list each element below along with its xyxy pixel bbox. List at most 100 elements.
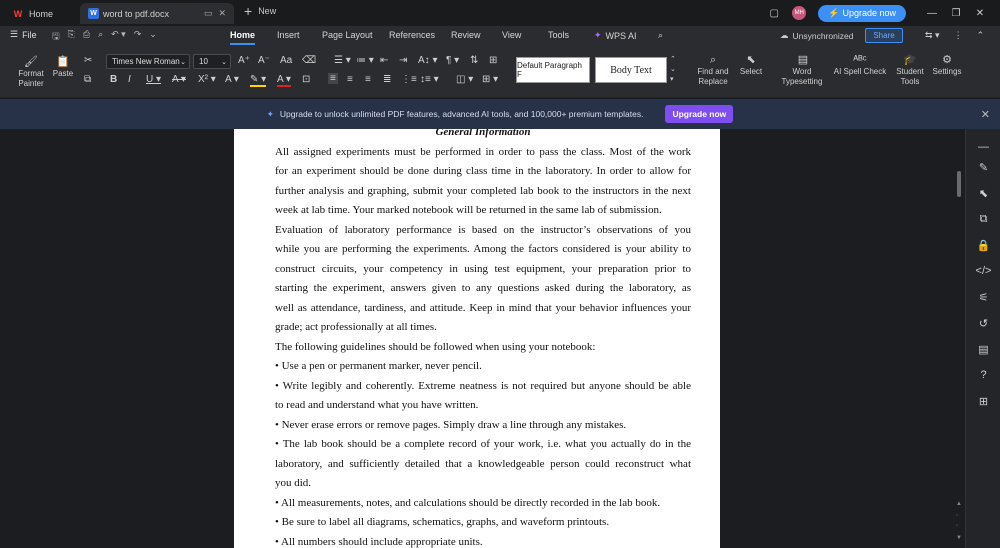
cloud-sync-icon[interactable]: ⇆ ▾ xyxy=(925,30,940,41)
share-button[interactable]: Share xyxy=(865,28,903,43)
line-sort-icon[interactable]: ⇅ xyxy=(470,55,478,66)
numbering-icon[interactable]: ≔ ▾ xyxy=(356,55,374,66)
close-window-icon[interactable]: ✕ xyxy=(974,7,986,19)
text-line: construct circuits, your competency in u… xyxy=(275,262,691,275)
font-name-select[interactable]: Times New Roman ⌄ xyxy=(106,54,190,69)
print-preview-icon[interactable]: ⌕ xyxy=(98,29,103,45)
minimize-icon[interactable]: — xyxy=(926,7,938,19)
bullets-icon[interactable]: ☰ ▾ xyxy=(334,55,351,66)
strikethrough-icon[interactable]: A ▾ xyxy=(172,74,186,85)
sync-status[interactable]: ☁ Unsynchronized xyxy=(780,30,853,41)
select-icon[interactable]: ⬉ xyxy=(966,187,1000,200)
tab-page-layout[interactable]: Page Layout xyxy=(322,30,373,40)
bold-icon[interactable]: B xyxy=(110,74,117,85)
pen-icon[interactable]: ✎ xyxy=(966,161,1000,174)
table-icon[interactable]: ⊞ xyxy=(489,55,497,66)
scroll-thumb[interactable] xyxy=(957,171,961,197)
decrease-font-icon[interactable]: A⁻ xyxy=(258,55,270,66)
student-tools-button[interactable]: 🎓 Student Tools xyxy=(893,55,927,87)
tab-tools[interactable]: Tools xyxy=(548,30,569,40)
vertical-scrollbar[interactable]: ▲ ◦ ◦ ▼ xyxy=(955,129,963,548)
scroll-up-icon[interactable]: ▲ xyxy=(956,501,962,507)
line-spacing-icon[interactable]: ↕≡ ▾ xyxy=(420,74,439,85)
copy-icon[interactable]: ⧉ xyxy=(84,74,91,85)
italic-icon[interactable]: I xyxy=(128,74,131,85)
sliders-icon[interactable]: ⚟ xyxy=(966,291,1000,304)
previous-page-icon[interactable]: ◦ xyxy=(956,513,958,519)
close-banner-icon[interactable]: ✕ xyxy=(981,108,990,121)
distribute-icon[interactable]: ⋮≡ xyxy=(401,74,417,85)
next-page-icon[interactable]: ◦ xyxy=(956,523,958,529)
collapse-ribbon-icon[interactable]: ⌃ xyxy=(977,30,985,41)
tab-review[interactable]: Review xyxy=(451,30,481,40)
font-size-select[interactable]: 10 ⌄ xyxy=(193,54,231,69)
increase-font-icon[interactable]: A⁺ xyxy=(238,55,250,66)
history-icon[interactable]: ↺ xyxy=(966,317,1000,330)
chevron-down-icon[interactable]: ⌄ xyxy=(149,29,157,45)
more-options-icon[interactable]: ⋮ xyxy=(954,30,963,41)
shading-icon[interactable]: ◫ ▾ xyxy=(456,74,473,85)
style-default-paragraph[interactable]: Default Paragraph F xyxy=(516,57,590,83)
copy-icon[interactable]: ⧉ xyxy=(966,213,1000,226)
minimize-panel-icon[interactable]: — xyxy=(966,141,1000,153)
tab-view[interactable]: View xyxy=(502,30,521,40)
align-center-icon[interactable]: ≡ xyxy=(347,74,353,85)
restore-icon[interactable]: ❐ xyxy=(950,7,962,19)
font-color-icon[interactable]: A ▾ xyxy=(277,74,291,87)
window-switch-icon[interactable]: ▢ xyxy=(768,7,780,19)
search-icon[interactable]: ⌕ xyxy=(658,30,663,41)
ai-spell-check-button[interactable]: ᴬᴮᶜ AI Spell Check xyxy=(830,55,890,77)
tab-home[interactable]: W Home xyxy=(6,3,76,24)
word-typesetting-button[interactable]: ▤ Word Typesetting xyxy=(778,55,828,87)
print-icon[interactable]: ⎙ xyxy=(83,29,90,45)
student-tools-label: Student Tools xyxy=(896,67,924,86)
chart-icon[interactable]: ▤ xyxy=(966,343,1000,356)
document-page[interactable]: General Information All assigned experim… xyxy=(234,129,720,548)
upgrade-now-button[interactable]: ⚡ Upgrade now xyxy=(818,4,906,22)
align-right-icon[interactable]: ≡ xyxy=(365,74,371,85)
format-painter-button[interactable]: 🖌 Format Painter xyxy=(14,57,48,89)
monitor-icon[interactable]: ▭ xyxy=(204,8,213,19)
tab-references[interactable]: References xyxy=(389,30,435,40)
tab-home-ribbon[interactable]: Home xyxy=(230,30,256,45)
banner-upgrade-button[interactable]: Upgrade now xyxy=(665,105,734,123)
apps-grid-icon[interactable]: ⊞ xyxy=(966,395,1000,408)
new-tab-button[interactable]: + New xyxy=(244,4,276,18)
text-effects-icon[interactable]: A ▾ xyxy=(225,74,239,85)
style-body-text[interactable]: Body Text xyxy=(595,57,667,83)
file-menu[interactable]: ☰ File xyxy=(10,29,37,40)
sort-icon[interactable]: A↕ ▾ xyxy=(418,55,437,66)
paste-button[interactable]: 📋 Paste xyxy=(50,57,76,79)
increase-indent-icon[interactable]: ⇥ xyxy=(399,55,407,66)
find-replace-button[interactable]: ⌕ Find and Replace xyxy=(694,55,732,87)
redo-icon[interactable]: ↷ xyxy=(134,29,142,45)
export-pdf-icon[interactable]: ⎘ xyxy=(68,29,75,45)
styles-scroll[interactable]: ⌃ ⌄ ▾ xyxy=(670,55,680,85)
underline-icon[interactable]: U ▾ xyxy=(146,74,161,85)
document-body[interactable]: General Information All assigned experim… xyxy=(275,129,691,548)
align-left-icon[interactable]: ≡ xyxy=(328,73,338,84)
highlight-icon[interactable]: ✎ ▾ xyxy=(250,74,267,87)
scroll-down-icon[interactable]: ▼ xyxy=(956,535,962,541)
paragraph-mark-icon[interactable]: ¶ ▾ xyxy=(446,55,459,66)
lock-icon[interactable]: 🔒 xyxy=(966,239,1000,252)
superscript-icon[interactable]: X² ▾ xyxy=(198,74,216,85)
code-icon[interactable]: </> xyxy=(966,265,1000,277)
help-icon[interactable]: ? xyxy=(966,369,1000,381)
change-case-icon[interactable]: Aa xyxy=(280,55,292,66)
tab-insert[interactable]: Insert xyxy=(277,30,300,40)
tab-document[interactable]: W word to pdf.docx ▭ ✕ xyxy=(80,3,234,24)
justify-icon[interactable]: ≣ xyxy=(383,74,391,85)
clear-format-icon[interactable]: ⌫ xyxy=(302,55,316,66)
tab-wps-ai[interactable]: ✦ WPS AI xyxy=(594,30,637,41)
settings-button[interactable]: ⚙ Settings xyxy=(929,55,965,77)
character-border-icon[interactable]: ⊡ xyxy=(302,74,310,85)
undo-icon[interactable]: ↶ ▾ xyxy=(111,29,126,45)
save-icon[interactable]: 🖫 xyxy=(52,29,60,45)
select-button[interactable]: ⬉ Select xyxy=(735,55,767,77)
decrease-indent-icon[interactable]: ⇤ xyxy=(380,55,388,66)
cut-icon[interactable]: ✂ xyxy=(84,55,92,66)
avatar[interactable]: MH xyxy=(792,6,807,20)
close-tab-icon[interactable]: ✕ xyxy=(218,8,226,19)
borders-icon[interactable]: ⊞ ▾ xyxy=(482,74,498,85)
